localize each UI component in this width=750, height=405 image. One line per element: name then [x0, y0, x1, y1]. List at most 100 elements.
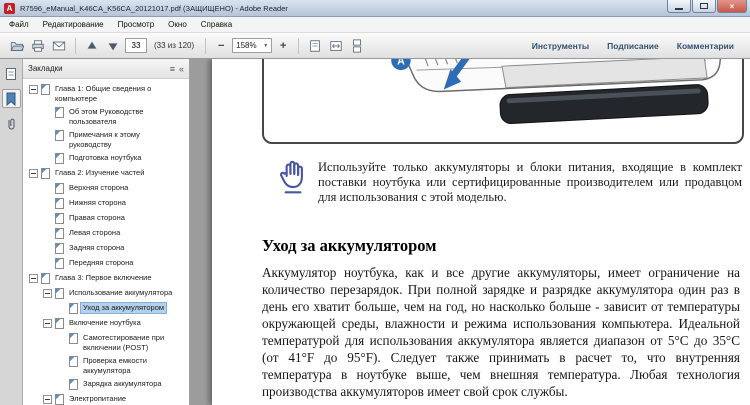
bookmark-item[interactable]: Об этом Руководстве пользователя: [25, 105, 187, 128]
window-title: R7596_eManual_K46CA_K56CA_20121017.pdf (…: [20, 3, 288, 13]
next-page-button[interactable]: [104, 37, 122, 55]
panel-toggle-button[interactable]: Инструменты: [532, 41, 589, 51]
bookmark-item[interactable]: Проверка емкости аккумулятора: [25, 354, 187, 377]
bookmark-item[interactable]: Нижняя сторона: [25, 196, 187, 211]
menu-item-label: Файл: [9, 19, 29, 29]
bookmark-item[interactable]: Задняя сторона: [25, 241, 187, 256]
workspace: Закладки ≡ « Глава 1: Общие сведения о к…: [0, 59, 750, 405]
fit-width-icon: [330, 40, 342, 51]
bookmark-item[interactable]: Левая сторона: [25, 226, 187, 241]
body-paragraph: Аккумулятор ноутбука, как и все другие а…: [262, 265, 740, 399]
figure-frame: A: [262, 59, 744, 144]
bookmark-page-icon: [55, 153, 64, 164]
menu-item[interactable]: Окно: [161, 17, 194, 33]
email-button[interactable]: [50, 37, 68, 55]
toolbar-separator: [205, 37, 207, 54]
zoom-out-button[interactable]: −: [213, 37, 229, 55]
paperclip-icon: [8, 118, 15, 130]
bookmark-item[interactable]: Самотестирование при включении (POST): [25, 331, 187, 354]
menu-item-label: Просмотр: [117, 19, 155, 29]
menu-item[interactable]: Справка: [194, 17, 239, 33]
page-count-label: (33 из 120): [154, 41, 195, 50]
scroll-mode-button[interactable]: [348, 37, 366, 55]
fit-page-button[interactable]: [306, 37, 324, 55]
panel-options-icon[interactable]: ≡: [170, 64, 175, 74]
menu-item-label: Справка: [200, 19, 233, 29]
bookmark-item[interactable]: Электропитание: [25, 392, 187, 405]
notice-text: Используйте только аккумуляторы и блоки …: [318, 160, 742, 204]
document-view[interactable]: A Используйте только аккумуляторы и блок…: [190, 59, 750, 405]
open-file-button[interactable]: [8, 37, 26, 55]
close-button[interactable]: ×: [717, 0, 747, 13]
bookmark-item[interactable]: Зарядка аккумулятора: [25, 377, 187, 392]
zoom-in-button[interactable]: +: [275, 37, 291, 55]
bookmark-item[interactable]: Уход за аккумулятором: [25, 301, 187, 316]
toolbar-separator: [298, 37, 300, 54]
bookmark-ribbon-icon: [6, 92, 16, 106]
zoom-level-select[interactable]: 158% ▼: [232, 38, 273, 53]
bookmark-label: Задняя сторона: [69, 243, 125, 252]
bookmark-item[interactable]: Подготовка ноутбука: [25, 151, 187, 166]
bookmark-page-icon: [41, 273, 50, 284]
previous-page-button[interactable]: [83, 37, 101, 55]
menu-item[interactable]: Просмотр: [111, 17, 162, 33]
bookmark-expander[interactable]: [43, 319, 52, 328]
bookmark-item[interactable]: Верхняя сторона: [25, 181, 187, 196]
bookmark-label: Об этом Руководстве пользователя: [69, 107, 144, 126]
collapse-panel-icon[interactable]: «: [179, 64, 184, 74]
bookmark-label: Глава 1: Общие сведения о компьютере: [55, 84, 152, 103]
bookmark-label: Уход за аккумулятором: [79, 302, 168, 314]
bookmark-label: Глава 3: Первое включение: [55, 273, 152, 282]
bookmark-page-icon: [55, 198, 64, 209]
panel-toggle-label: Подписание: [607, 40, 659, 51]
bookmark-page-icon: [55, 288, 64, 299]
panel-toggle-button[interactable]: Подписание: [607, 41, 659, 51]
bookmark-page-icon: [55, 130, 64, 141]
bookmark-item[interactable]: Включение ноутбука: [25, 316, 187, 331]
bookmark-item[interactable]: Глава 3: Первое включение: [25, 271, 187, 286]
bookmark-expander[interactable]: [43, 395, 52, 404]
bookmark-page-icon: [55, 258, 64, 269]
panel-toggle-button[interactable]: Комментарии: [677, 41, 734, 51]
important-hand-icon: [276, 159, 310, 195]
bookmark-item[interactable]: Примечания к этому руководству: [25, 128, 187, 151]
bookmark-item[interactable]: Передняя сторона: [25, 256, 187, 271]
bookmark-expander[interactable]: [29, 169, 38, 178]
bookmark-label: Примечания к этому руководству: [69, 130, 140, 149]
page-number-input[interactable]: [125, 38, 147, 53]
bookmark-expander[interactable]: [29, 85, 38, 94]
bookmark-item[interactable]: Глава 1: Общие сведения о компьютере: [25, 82, 187, 105]
bookmark-label: Правая сторона: [69, 213, 125, 222]
toolbar-separator: [75, 37, 76, 54]
adobe-reader-window: { "window": { "title": "R7596_eManual_K4…: [0, 0, 750, 405]
navigation-pane-strip: [0, 59, 23, 405]
fit-width-button[interactable]: [327, 37, 345, 55]
bookmark-expander[interactable]: [29, 274, 38, 283]
title-bar: A R7596_eManual_K46CA_K56CA_20121017.pdf…: [0, 0, 750, 17]
bookmark-label: Подготовка ноутбука: [69, 153, 142, 162]
menu-item-label: Окно: [168, 19, 187, 29]
bookmark-page-icon: [55, 243, 64, 254]
bookmark-expander[interactable]: [43, 289, 52, 298]
bookmark-label: Проверка емкости аккумулятора: [83, 356, 147, 375]
attachments-panel-button[interactable]: [2, 114, 21, 133]
menu-item[interactable]: Редактирование: [36, 17, 111, 33]
bookmark-page-icon: [55, 107, 64, 118]
maximize-button[interactable]: [692, 0, 716, 13]
bookmark-page-icon: [55, 228, 64, 239]
print-button[interactable]: [29, 37, 47, 55]
bookmark-item[interactable]: Глава 2: Изучение частей: [25, 166, 187, 181]
panel-toggle-label: Комментарии: [676, 40, 734, 51]
bookmarks-panel: Закладки ≡ « Глава 1: Общие сведения о к…: [23, 59, 190, 405]
menu-item[interactable]: Файл: [2, 17, 36, 33]
minimize-button[interactable]: [667, 0, 691, 13]
bookmark-item[interactable]: Правая сторона: [25, 211, 187, 226]
bookmark-label: Включение ноутбука: [69, 318, 141, 327]
bookmark-label: Передняя сторона: [69, 258, 134, 267]
page-thumbnails-button[interactable]: [2, 64, 21, 83]
bookmarks-panel-button[interactable]: [1, 89, 21, 108]
bookmark-label: Самотестирование при включении (POST): [83, 333, 165, 352]
bookmark-item[interactable]: Использование аккумулятора: [25, 286, 187, 301]
scroll-mode-icon: [353, 38, 362, 53]
adobe-reader-icon: A: [4, 2, 15, 14]
